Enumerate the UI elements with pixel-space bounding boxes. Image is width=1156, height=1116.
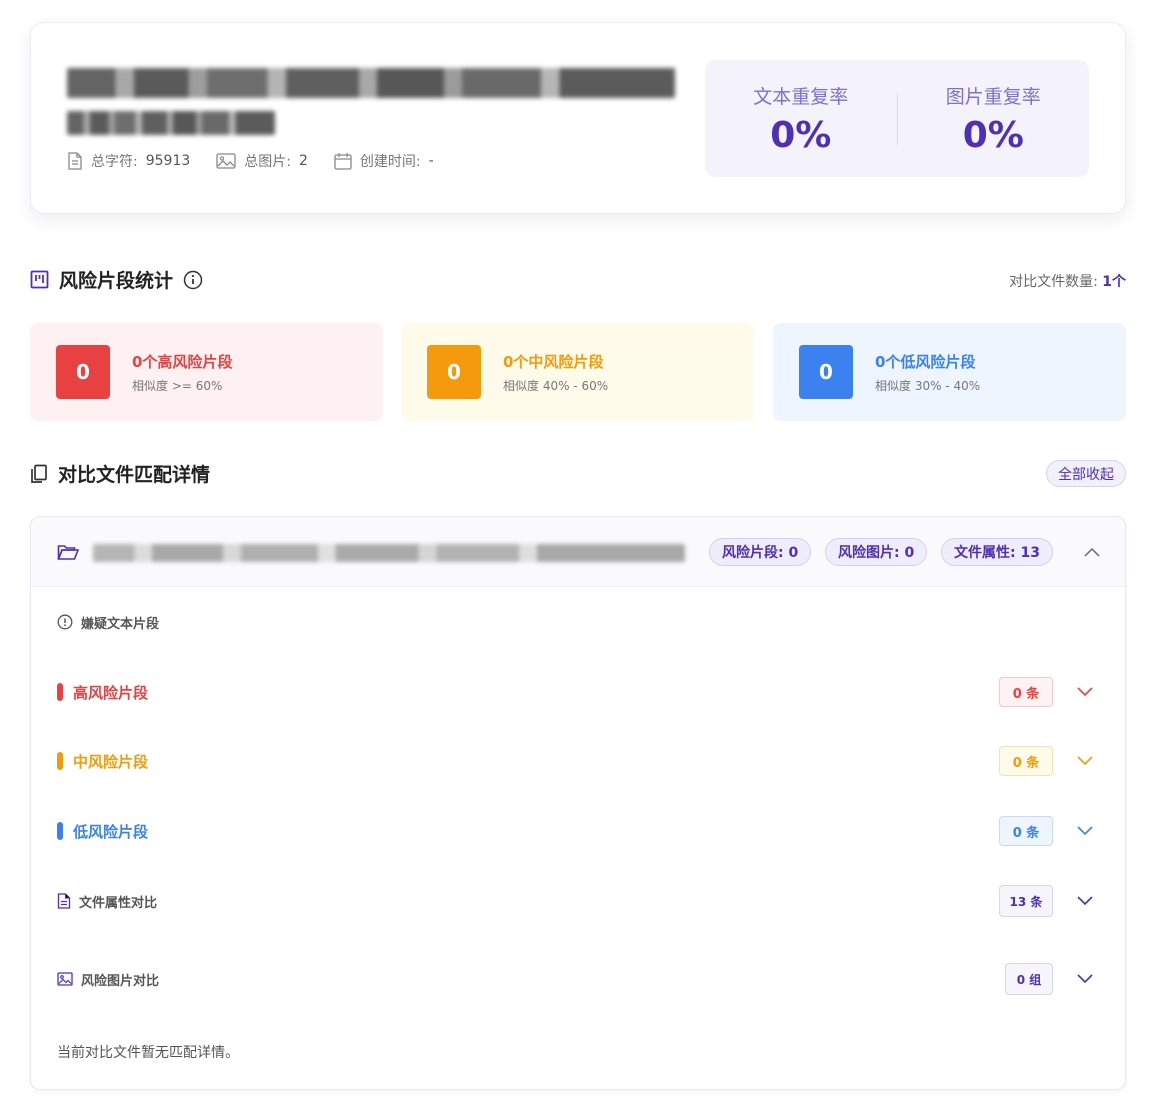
- repeat-rate-panel: 文本重复率 0% 图片重复率 0%: [705, 60, 1089, 177]
- total-chars-value: 95913: [145, 153, 191, 169]
- document-icon: [68, 152, 82, 170]
- compare-file-card: 风险片段: 0 风险图片: 0 文件属性: 13 嫌疑文本片段 高风险片段 0 …: [30, 516, 1126, 1090]
- text-repeat-rate-value: 0%: [770, 114, 832, 156]
- compare-file-count-value: 1个: [1102, 274, 1126, 290]
- compare-file-header[interactable]: 风险片段: 0 风险图片: 0 文件属性: 13: [31, 517, 1125, 587]
- high-risk-row[interactable]: 高风险片段 0 条: [57, 676, 1095, 708]
- high-risk-row-label: 高风险片段: [73, 683, 149, 702]
- chart-board-icon: [30, 270, 49, 289]
- compare-file-name-redacted: [93, 544, 685, 562]
- risk-card-low-title: 0个低风险片段: [875, 352, 976, 371]
- chevron-down-icon[interactable]: [1075, 682, 1095, 702]
- risk-card-low-count: 0: [799, 345, 853, 399]
- risk-card-low-range: 相似度 30% - 40%: [875, 378, 981, 393]
- alert-circle-icon: [57, 614, 73, 630]
- medium-risk-bar: [57, 752, 63, 770]
- created-time: 创建时间: -: [334, 151, 434, 171]
- folder-open-icon: [57, 545, 79, 560]
- detail-section-title-text: 对比文件匹配详情: [58, 464, 211, 486]
- file-attributes-row[interactable]: 文件属性对比 13 条: [57, 885, 1095, 917]
- document-title-redacted-line2: [67, 111, 275, 135]
- high-risk-count-badge: 0 条: [999, 677, 1053, 707]
- low-risk-count-badge: 0 条: [999, 816, 1053, 846]
- risk-card-high-range: 相似度 >= 60%: [132, 378, 223, 393]
- file-attributes-pill: 文件属性: 13: [941, 538, 1053, 566]
- total-images-label: 总图片:: [244, 154, 291, 170]
- document-title-redacted: [67, 68, 675, 98]
- image-icon: [57, 972, 73, 986]
- risk-card-low[interactable]: 0 0个低风险片段 相似度 30% - 40%: [773, 323, 1126, 421]
- chevron-down-icon[interactable]: [1075, 969, 1095, 989]
- suspect-text-heading: 嫌疑文本片段: [57, 606, 1095, 638]
- low-risk-row-label: 低风险片段: [73, 822, 149, 841]
- detail-section-title: 对比文件匹配详情: [30, 460, 210, 487]
- file-text-icon: [57, 893, 71, 909]
- summary-card: 总字符: 95913 总图片: 2 创建时间: - 文本重复率 0% 图片重复率…: [30, 22, 1126, 214]
- calendar-icon: [334, 153, 352, 170]
- chevron-down-icon[interactable]: [1075, 821, 1095, 841]
- image-icon: [216, 153, 236, 169]
- medium-risk-count-badge: 0 条: [999, 746, 1053, 776]
- created-time-value: -: [428, 153, 434, 169]
- total-images-value: 2: [298, 153, 308, 169]
- high-risk-bar: [57, 683, 63, 701]
- image-repeat-rate: 图片重复率 0%: [898, 82, 1090, 156]
- risk-card-high-title: 0个高风险片段: [132, 352, 233, 371]
- medium-risk-row-label: 中风险片段: [73, 752, 149, 771]
- copy-files-icon: [31, 464, 47, 483]
- compare-file-count-label: 对比文件数量:: [1009, 274, 1098, 290]
- low-risk-row[interactable]: 低风险片段 0 条: [57, 815, 1095, 847]
- chevron-down-icon[interactable]: [1075, 751, 1095, 771]
- empty-details-message: 当前对比文件暂无匹配详情。: [57, 1045, 239, 1061]
- image-repeat-rate-value: 0%: [962, 114, 1024, 156]
- risk-fragments-pill: 风险片段: 0: [709, 538, 812, 566]
- document-meta: 总字符: 95913 总图片: 2 创建时间: -: [67, 151, 434, 171]
- total-images: 总图片: 2: [216, 151, 308, 171]
- medium-risk-row[interactable]: 中风险片段 0 条: [57, 745, 1095, 777]
- risk-card-medium-range: 相似度 40% - 60%: [503, 378, 609, 393]
- risk-images-row-label: 风险图片对比: [81, 973, 160, 989]
- low-risk-bar: [57, 822, 63, 840]
- risk-card-medium-count: 0: [427, 345, 481, 399]
- risk-card-medium-title: 0个中风险片段: [503, 352, 604, 371]
- total-chars: 总字符: 95913: [67, 151, 190, 171]
- collapse-all-button[interactable]: 全部收起: [1046, 460, 1126, 487]
- chevron-down-icon[interactable]: [1075, 891, 1095, 911]
- risk-card-high-count: 0: [56, 345, 110, 399]
- created-time-label: 创建时间:: [359, 154, 421, 170]
- risk-card-medium[interactable]: 0 0个中风险片段 相似度 40% - 60%: [401, 323, 754, 421]
- suspect-text-heading-label: 嫌疑文本片段: [81, 616, 160, 632]
- file-attributes-row-label: 文件属性对比: [79, 895, 158, 911]
- text-repeat-rate-label: 文本重复率: [753, 85, 849, 108]
- risk-images-row[interactable]: 风险图片对比 0 组: [57, 963, 1095, 995]
- info-icon[interactable]: [183, 270, 203, 290]
- risk-images-pill: 风险图片: 0: [825, 538, 928, 566]
- risk-section-title: 风险片段统计: [30, 266, 203, 293]
- file-attributes-count-badge: 13 条: [999, 885, 1053, 917]
- chevron-up-icon[interactable]: [1083, 546, 1101, 558]
- text-repeat-rate: 文本重复率 0%: [705, 82, 897, 156]
- risk-images-count-badge: 0 组: [1005, 963, 1053, 995]
- compare-file-count: 对比文件数量: 1个: [1009, 271, 1126, 291]
- risk-card-high[interactable]: 0 0个高风险片段 相似度 >= 60%: [30, 323, 383, 421]
- image-repeat-rate-label: 图片重复率: [945, 85, 1041, 108]
- total-chars-label: 总字符:: [91, 154, 138, 170]
- risk-section-title-text: 风险片段统计: [59, 270, 174, 292]
